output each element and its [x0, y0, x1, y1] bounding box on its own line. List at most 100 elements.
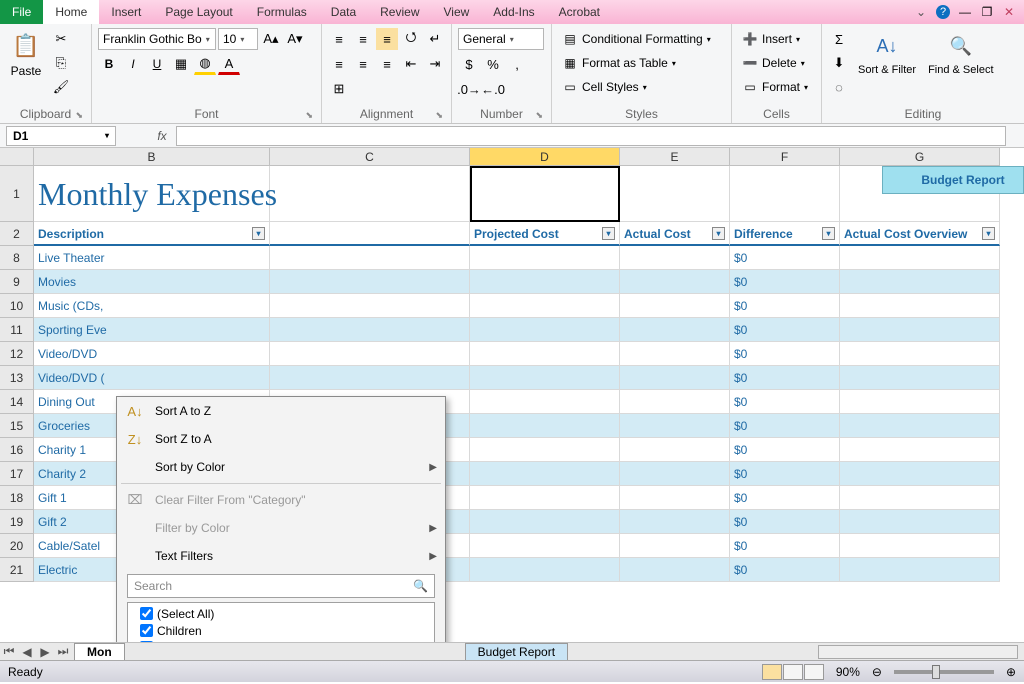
merge-icon[interactable]: ⊞: [328, 78, 350, 100]
row-header[interactable]: 14: [0, 390, 34, 414]
data-cell[interactable]: $0: [730, 390, 840, 414]
data-cell[interactable]: [840, 366, 1000, 390]
row-header[interactable]: 20: [0, 534, 34, 558]
tab-nav-first[interactable]: ⏮: [0, 644, 18, 659]
row-header[interactable]: 1: [0, 166, 34, 222]
percent-icon[interactable]: %: [482, 53, 504, 75]
data-cell[interactable]: $0: [730, 246, 840, 270]
font-size-combo[interactable]: 10▾: [218, 28, 258, 50]
data-cell[interactable]: Live Theater: [34, 246, 270, 270]
sort-z-to-a[interactable]: Z↓Sort Z to A: [117, 425, 445, 453]
decrease-decimal-icon[interactable]: ←.0: [482, 78, 504, 100]
data-cell[interactable]: [470, 558, 620, 582]
orientation-icon[interactable]: ⭯: [400, 28, 422, 50]
filter-dropdown-button[interactable]: ▾: [982, 227, 995, 240]
zoom-out-button[interactable]: ⊖: [872, 665, 882, 679]
table-header[interactable]: Difference▾: [730, 222, 840, 246]
table-header[interactable]: Actual Cost Overview▾: [840, 222, 1000, 246]
formula-bar[interactable]: [176, 126, 1006, 146]
data-cell[interactable]: [840, 438, 1000, 462]
tab-data[interactable]: Data: [319, 0, 368, 24]
cell[interactable]: [620, 166, 730, 222]
data-cell[interactable]: [840, 318, 1000, 342]
row-header[interactable]: 17: [0, 462, 34, 486]
tab-home[interactable]: Home: [43, 0, 99, 24]
view-page-layout-button[interactable]: [783, 664, 803, 680]
data-cell[interactable]: $0: [730, 510, 840, 534]
align-center-icon[interactable]: ≡: [352, 53, 374, 75]
bold-button[interactable]: B: [98, 53, 120, 75]
italic-button[interactable]: I: [122, 53, 144, 75]
sort-filter-button[interactable]: A↓ Sort & Filter: [854, 28, 920, 78]
data-cell[interactable]: [620, 486, 730, 510]
data-cell[interactable]: $0: [730, 438, 840, 462]
sort-by-color[interactable]: Sort by Color▶: [117, 453, 445, 481]
data-cell[interactable]: [840, 486, 1000, 510]
filter-dropdown-button[interactable]: ▾: [822, 227, 835, 240]
row-header[interactable]: 9: [0, 270, 34, 294]
fill-color-button[interactable]: ◍: [194, 53, 216, 75]
data-cell[interactable]: [620, 462, 730, 486]
data-cell[interactable]: [620, 246, 730, 270]
data-cell[interactable]: [840, 270, 1000, 294]
insert-cells-button[interactable]: ➕Insert ▾: [738, 28, 804, 50]
cell-styles-button[interactable]: ▭Cell Styles ▾: [558, 76, 651, 98]
data-cell[interactable]: [620, 270, 730, 294]
data-cell[interactable]: $0: [730, 318, 840, 342]
data-cell[interactable]: $0: [730, 414, 840, 438]
view-normal-button[interactable]: [762, 664, 782, 680]
help-icon[interactable]: ?: [936, 5, 950, 19]
data-cell[interactable]: [470, 318, 620, 342]
data-cell[interactable]: [840, 462, 1000, 486]
data-cell[interactable]: [470, 366, 620, 390]
data-cell[interactable]: [620, 558, 730, 582]
tab-view[interactable]: View: [432, 0, 482, 24]
tab-acrobat[interactable]: Acrobat: [547, 0, 612, 24]
data-cell[interactable]: [840, 246, 1000, 270]
data-cell[interactable]: [470, 462, 620, 486]
filter-checklist[interactable]: (Select All)ChildrenEntertainmentFoodGif…: [127, 602, 435, 642]
column-header-D[interactable]: D: [470, 148, 620, 166]
data-cell[interactable]: [270, 366, 470, 390]
data-cell[interactable]: [620, 390, 730, 414]
autosum-icon[interactable]: Σ: [828, 28, 850, 50]
clear-icon[interactable]: ◌: [828, 76, 850, 98]
data-cell[interactable]: [270, 246, 470, 270]
view-page-break-button[interactable]: [804, 664, 824, 680]
filter-dropdown-button[interactable]: ▾: [602, 227, 615, 240]
row-header[interactable]: 19: [0, 510, 34, 534]
filter-checkbox[interactable]: [140, 624, 153, 637]
data-cell[interactable]: Movies: [34, 270, 270, 294]
wrap-text-icon[interactable]: ↵: [424, 28, 446, 50]
data-cell[interactable]: Video/DVD (: [34, 366, 270, 390]
data-cell[interactable]: [270, 318, 470, 342]
data-cell[interactable]: [620, 414, 730, 438]
data-cell[interactable]: [620, 366, 730, 390]
data-cell[interactable]: [840, 342, 1000, 366]
data-cell[interactable]: [270, 294, 470, 318]
align-top-icon[interactable]: ≡: [328, 28, 350, 50]
text-filters[interactable]: Text Filters▶: [117, 542, 445, 570]
filter-item[interactable]: Children: [130, 622, 432, 639]
table-header[interactable]: Actual Cost▾: [620, 222, 730, 246]
zoom-in-button[interactable]: ⊕: [1006, 665, 1016, 679]
data-cell[interactable]: [620, 534, 730, 558]
zoom-slider[interactable]: [894, 670, 994, 674]
name-box[interactable]: D1▾: [6, 126, 116, 146]
tab-insert[interactable]: Insert: [99, 0, 153, 24]
data-cell[interactable]: [470, 270, 620, 294]
tab-formulas[interactable]: Formulas: [245, 0, 319, 24]
horizontal-scrollbar[interactable]: [818, 645, 1018, 659]
select-all-corner[interactable]: [0, 148, 34, 166]
data-cell[interactable]: Sporting Eve: [34, 318, 270, 342]
data-cell[interactable]: [620, 318, 730, 342]
column-header-F[interactable]: F: [730, 148, 840, 166]
tab-nav-last[interactable]: ⏭: [54, 644, 72, 659]
data-cell[interactable]: [470, 246, 620, 270]
row-header[interactable]: 10: [0, 294, 34, 318]
filter-dropdown-button[interactable]: ▾: [252, 227, 265, 240]
row-header[interactable]: 13: [0, 366, 34, 390]
table-header[interactable]: Projected Cost▾: [470, 222, 620, 246]
find-select-button[interactable]: 🔍 Find & Select: [924, 28, 997, 78]
data-cell[interactable]: [270, 270, 470, 294]
